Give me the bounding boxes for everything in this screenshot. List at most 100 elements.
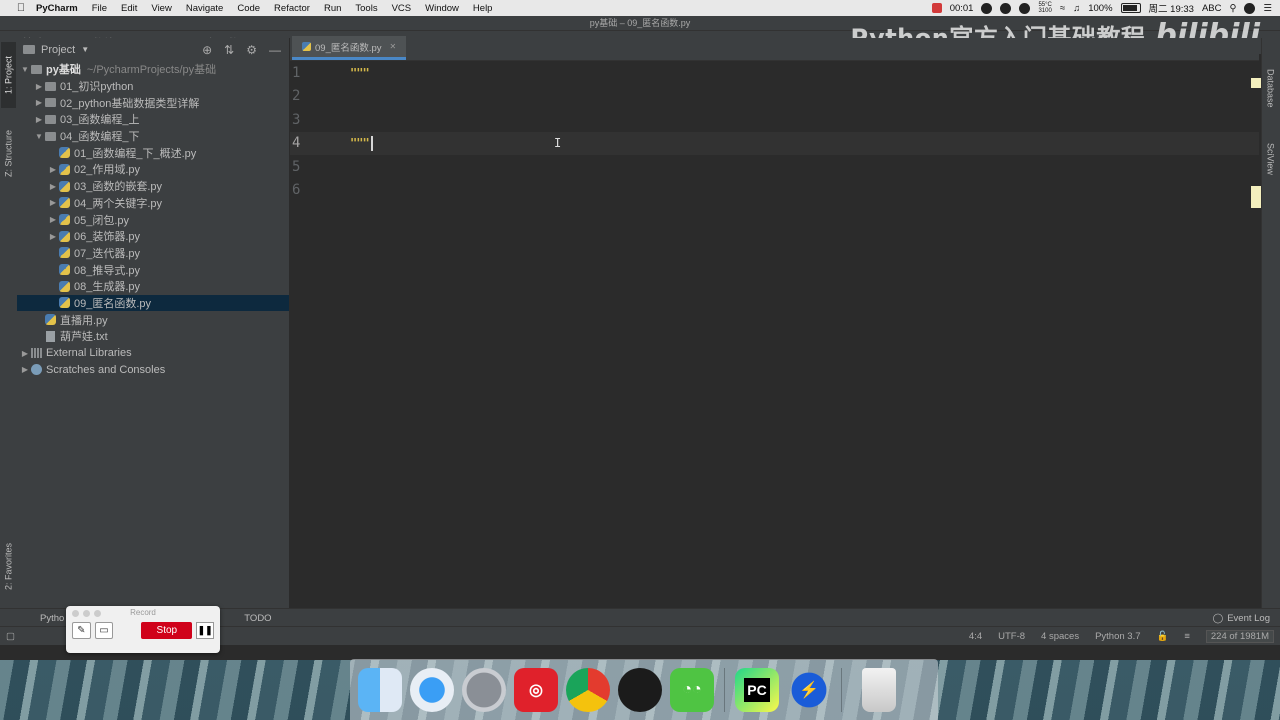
pen-icon[interactable]: ✎ — [72, 622, 91, 639]
tree-item[interactable]: 08_生成器.py — [17, 278, 289, 295]
thunder-icon[interactable]: ⚡ — [787, 667, 831, 712]
tree-root[interactable]: ▼ py基础 ~/PycharmProjects/py基础 — [17, 61, 289, 78]
project-panel-title[interactable]: Project — [41, 44, 75, 56]
git-icon[interactable]: ≡ — [1184, 631, 1190, 642]
chrome-icon[interactable] — [566, 667, 610, 712]
tab-database[interactable]: Database — [1263, 58, 1278, 118]
code-line[interactable]: 6 — [290, 179, 1259, 203]
screen-rect-icon[interactable]: ▭ — [94, 622, 114, 639]
menu-view[interactable]: View — [151, 3, 171, 14]
menu-navigate[interactable]: Navigate — [186, 3, 224, 14]
event-log-tab[interactable]: ◯ Event Log — [1213, 613, 1270, 624]
zoom-dot-icon[interactable] — [94, 610, 101, 617]
chevron-down-icon[interactable]: ▼ — [81, 45, 89, 54]
tree-item[interactable]: ▶ 06_装饰器.py — [17, 228, 289, 245]
menu-help[interactable]: Help — [473, 3, 493, 14]
tree-item[interactable]: ▼ 04_函数编程_下 — [17, 128, 289, 145]
tree-item[interactable]: 08_推导式.py — [17, 261, 289, 278]
memory-indicator[interactable]: 224 of 1981M — [1205, 629, 1274, 643]
menu-run[interactable]: Run — [324, 3, 341, 14]
code-line[interactable]: 2 — [290, 85, 1259, 109]
tree-item[interactable]: ▶ Scratches and Consoles — [17, 361, 289, 378]
tree-item[interactable]: ▶ 04_两个关键字.py — [17, 195, 289, 212]
tree-item[interactable]: 01_函数编程_下_概述.py — [17, 144, 289, 161]
code-area[interactable]: 1 """ 2 3 4 """ I 5 6 — [290, 61, 1259, 202]
collapse-all-icon[interactable]: ⇅ — [224, 43, 234, 57]
tab-09-anonymous-function[interactable]: 09_匿名函数.py ✕ — [292, 36, 407, 60]
tab-favorites[interactable]: 2: Favorites — [1, 532, 16, 600]
tree-item[interactable]: ▶ 03_函数的嵌套.py — [17, 178, 289, 195]
siri-icon[interactable] — [1244, 2, 1256, 14]
qq-icon[interactable] — [618, 667, 662, 712]
pause-icon[interactable]: ❚❚ — [196, 622, 215, 639]
menu-vcs[interactable]: VCS — [392, 3, 412, 14]
gear-icon[interactable]: ⚙ — [246, 43, 257, 57]
code-line-current[interactable]: 4 """ I — [290, 131, 1259, 155]
todo-tab[interactable]: TODO — [244, 613, 271, 624]
chevron-down-icon[interactable]: ▼ — [19, 65, 31, 74]
scroll-marker[interactable] — [1251, 186, 1261, 208]
record-indicator-icon[interactable] — [931, 3, 942, 13]
battery-icon[interactable] — [1120, 3, 1141, 13]
wifi-icon[interactable]: ≈ — [1060, 3, 1065, 14]
tree-item[interactable]: ▶ 05_闭包.py — [17, 211, 289, 228]
file-encoding[interactable]: UTF-8 — [998, 631, 1025, 642]
chevron-right-icon[interactable]: ▶ — [33, 115, 45, 124]
safari-icon[interactable] — [410, 667, 454, 712]
wechat-icon[interactable]: ◔◔ — [670, 667, 714, 712]
chevron-right-icon[interactable]: ▶ — [47, 215, 59, 224]
chevron-right-icon[interactable]: ▶ — [19, 365, 31, 374]
tree-item[interactable]: 葫芦娃.txt — [17, 328, 289, 345]
launchpad-icon[interactable] — [462, 667, 506, 712]
chevron-down-icon[interactable]: ▼ — [33, 132, 45, 141]
menu-refactor[interactable]: Refactor — [274, 3, 310, 14]
python-interpreter[interactable]: Python 3.7 — [1095, 631, 1140, 642]
tree-item[interactable]: ▶ 02_python基础数据类型详解 — [17, 94, 289, 111]
tree-item[interactable]: ▶ 03_函数编程_上 — [17, 111, 289, 128]
bolt-icon[interactable] — [981, 2, 993, 14]
indent-setting[interactable]: 4 spaces — [1041, 631, 1079, 642]
python-console-tab[interactable]: Pytho — [40, 613, 64, 624]
chevron-right-icon[interactable]: ▶ — [47, 165, 59, 174]
cursor-position[interactable]: 4:4 — [969, 631, 982, 642]
tab-sciview[interactable]: SciView — [1263, 134, 1278, 184]
tree-item[interactable]: ▶ 01_初识python — [17, 78, 289, 95]
hide-icon[interactable]: — — [269, 43, 281, 57]
input-source[interactable]: ABC — [1202, 3, 1222, 14]
menu-edit[interactable]: Edit — [121, 3, 137, 14]
chevron-right-icon[interactable]: ▶ — [19, 349, 31, 358]
code-line[interactable]: 1 """ — [290, 61, 1259, 85]
tree-item[interactable]: ▶ 02_作用域.py — [17, 161, 289, 178]
inspection-marker[interactable] — [1251, 78, 1261, 88]
chevron-right-icon[interactable]: ▶ — [33, 82, 45, 91]
menu-window[interactable]: Window — [425, 3, 459, 14]
close-dot-icon[interactable] — [72, 610, 79, 617]
volume-icon[interactable]: ♫ — [1073, 3, 1080, 14]
chevron-right-icon[interactable]: ▶ — [33, 98, 45, 107]
finder-icon[interactable] — [358, 667, 402, 712]
tree-item[interactable]: ▶ External Libraries — [17, 345, 289, 362]
minimize-dot-icon[interactable] — [83, 610, 90, 617]
tree-item-selected[interactable]: 09_匿名函数.py — [17, 294, 289, 312]
tab-project[interactable]: 1: Project — [1, 42, 16, 108]
clock[interactable]: 周二 19:33 — [1149, 1, 1194, 15]
close-icon[interactable]: ✕ — [390, 42, 397, 51]
search-icon[interactable]: ⚲ — [1230, 3, 1237, 14]
stop-button[interactable]: Stop — [141, 622, 193, 639]
colorsync-icon[interactable] — [1019, 2, 1031, 14]
menu-code[interactable]: Code — [237, 3, 260, 14]
menu-app-name[interactable]: PyCharm — [36, 3, 78, 14]
apple-icon[interactable]:  — [14, 2, 28, 14]
code-line[interactable]: 3 — [290, 108, 1259, 132]
chevron-right-icon[interactable]: ▶ — [47, 198, 59, 207]
locate-icon[interactable]: ⊕ — [202, 43, 212, 57]
tree-item[interactable]: 直播用.py — [17, 311, 289, 328]
menu-tools[interactable]: Tools — [355, 3, 377, 14]
menu-file[interactable]: File — [92, 3, 107, 14]
wechat-icon[interactable] — [1000, 2, 1012, 14]
chevron-right-icon[interactable]: ▶ — [47, 182, 59, 191]
layout-icon[interactable]: ▢ — [6, 631, 15, 642]
code-line[interactable]: 5 — [290, 155, 1259, 179]
tab-structure[interactable]: Z: Structure — [1, 118, 16, 188]
trash-icon[interactable] — [862, 667, 896, 712]
